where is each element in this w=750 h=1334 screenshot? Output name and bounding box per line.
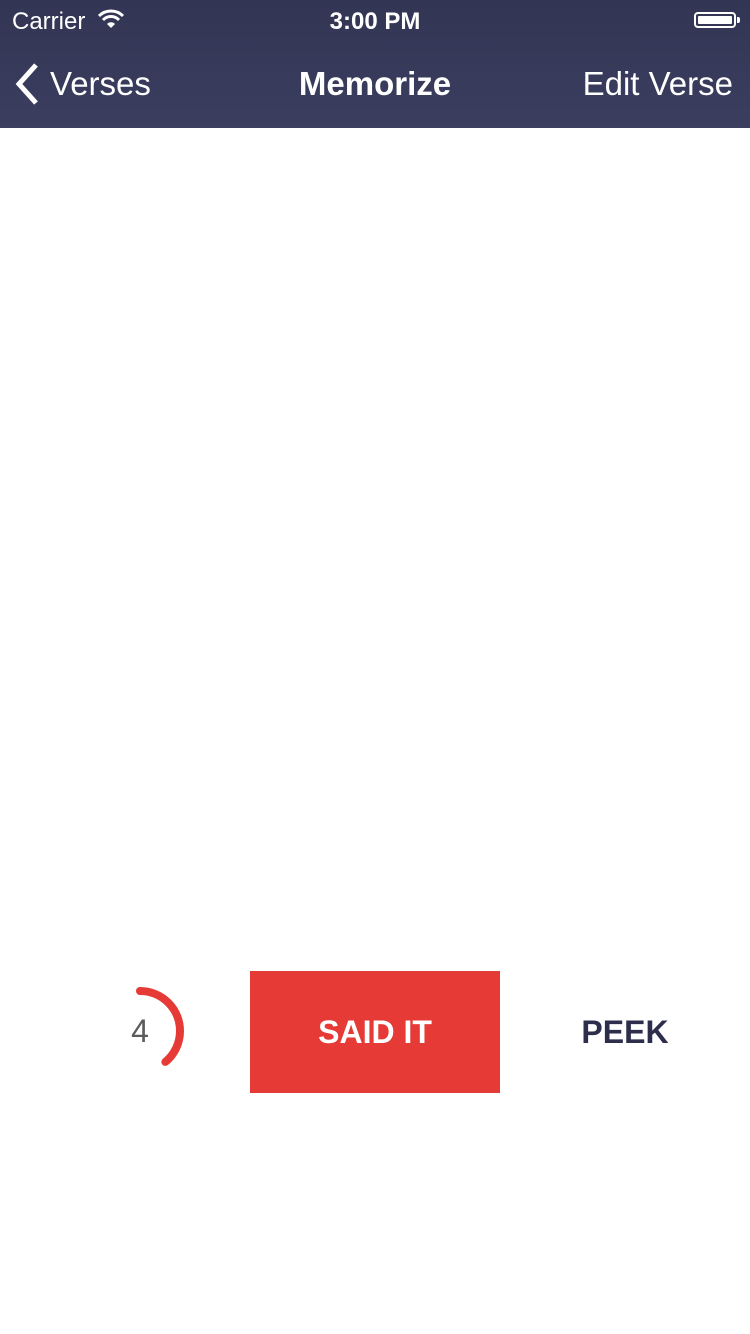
clock: 3:00 PM (329, 8, 421, 35)
nav-bar: Verses Memorize Edit Verse (0, 40, 750, 128)
status-bar: Carrier 3:00 PM (0, 0, 750, 40)
repetition-counter: 4 (90, 981, 190, 1081)
said-it-button[interactable]: SAID IT (250, 971, 500, 1093)
battery-icon (694, 12, 740, 28)
peek-button[interactable]: PEEK (540, 971, 710, 1093)
counter-value: 4 (131, 1013, 149, 1049)
header: Carrier 3:00 PM Verses Memorize Edit Ver… (0, 0, 750, 128)
edit-verse-button[interactable]: Edit Verse (583, 65, 733, 103)
